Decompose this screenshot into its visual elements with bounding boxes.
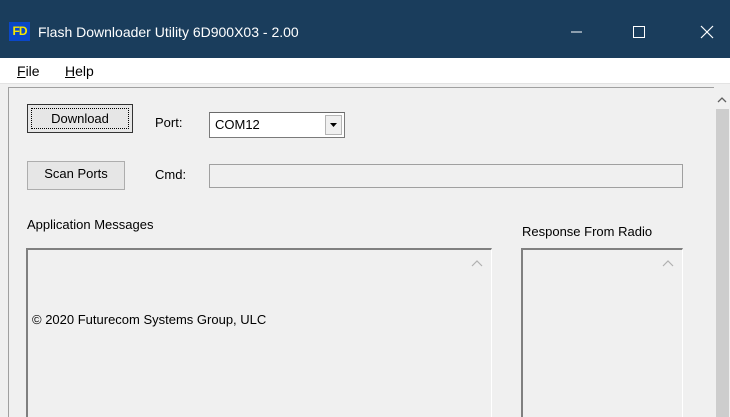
- response-box[interactable]: [521, 248, 683, 417]
- app-messages-box[interactable]: © 2020 Futurecom Systems Group, ULC: [26, 248, 492, 417]
- window-title: Flash Downloader Utility 6D900X03 - 2.00: [38, 24, 299, 40]
- port-dropdown-button[interactable]: [325, 115, 342, 135]
- port-select-value: COM12: [215, 117, 260, 132]
- download-button[interactable]: Download: [27, 104, 133, 133]
- menu-help[interactable]: Help: [65, 62, 94, 80]
- chevron-down-icon: [330, 123, 337, 127]
- maximize-icon: [633, 26, 645, 38]
- minimize-button[interactable]: [553, 8, 599, 56]
- port-select[interactable]: COM12: [209, 112, 345, 138]
- app-message-line: © 2020 Futurecom Systems Group, ULC: [32, 312, 267, 327]
- scan-ports-button[interactable]: Scan Ports: [27, 161, 125, 190]
- port-label: Port:: [155, 115, 183, 130]
- menu-file[interactable]: File: [17, 62, 40, 80]
- app-logo-icon: FD: [9, 22, 30, 41]
- scroll-up-arrow-icon[interactable]: [717, 95, 727, 103]
- menu-bar: File Help: [0, 58, 730, 84]
- cmd-input[interactable]: [209, 164, 683, 188]
- scrollbar-thumb[interactable]: [716, 109, 729, 417]
- cmd-label: Cmd:: [155, 167, 187, 182]
- scroll-up-icon[interactable]: [471, 258, 483, 268]
- minimize-icon: [571, 31, 582, 33]
- close-button[interactable]: [684, 8, 730, 56]
- close-icon: [700, 25, 714, 39]
- menu-help-accel: H: [65, 63, 76, 79]
- response-title: Response From Radio: [522, 224, 653, 239]
- window-scrollbar[interactable]: [714, 87, 730, 417]
- app-messages-title: Application Messages: [27, 217, 154, 232]
- scroll-up-icon[interactable]: [662, 258, 674, 268]
- title-bar[interactable]: FD Flash Downloader Utility 6D900X03 - 2…: [0, 0, 730, 58]
- menu-file-accel: F: [17, 63, 26, 79]
- menu-file-label: ile: [25, 63, 40, 79]
- download-button-label: Download: [31, 108, 129, 129]
- menu-help-label: elp: [75, 63, 94, 79]
- maximize-button[interactable]: [615, 8, 661, 56]
